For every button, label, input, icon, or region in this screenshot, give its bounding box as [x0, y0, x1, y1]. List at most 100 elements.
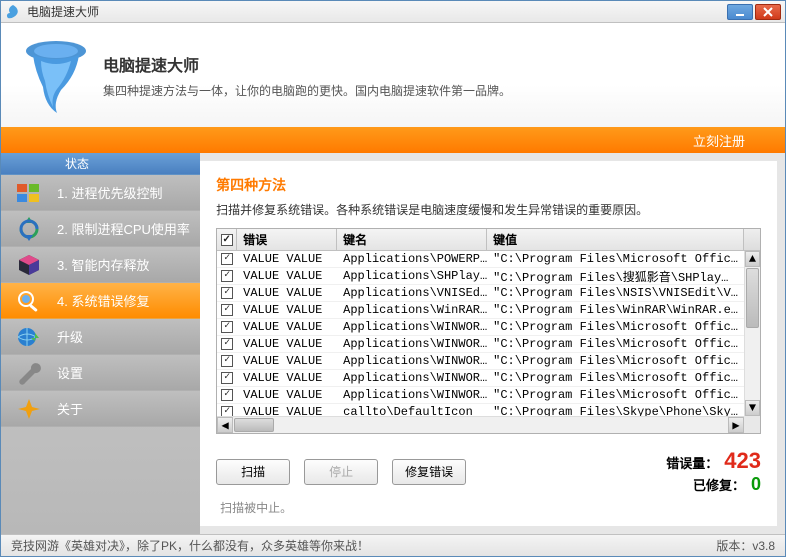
row-checkbox[interactable] — [217, 287, 237, 299]
window-title: 电脑提速大师 — [27, 3, 725, 20]
sidebar-item-label: 2. 限制进程CPU使用率 — [57, 219, 190, 238]
app-subtitle: 集四种提速方法与一体，让你的电脑跑的更快。国内电脑提速软件第一品牌。 — [103, 82, 511, 99]
scroll-thumb[interactable] — [746, 268, 759, 328]
error-count-label: 错误量： — [666, 456, 718, 471]
checkbox-icon — [221, 389, 233, 401]
scroll-corner — [744, 416, 760, 433]
cell-keyname: Applications\WINWOR… — [337, 320, 487, 334]
cell-keyname: Applications\VNISEd… — [337, 286, 487, 300]
table-row[interactable]: VALUE VALUEApplications\WINWOR…"C:\Progr… — [217, 336, 760, 353]
close-button[interactable] — [755, 4, 781, 20]
cell-keyvalue: "C:\Program Files\NSIS\VNISEdit\V… — [487, 286, 744, 300]
header-text: 电脑提速大师 集四种提速方法与一体，让你的电脑跑的更快。国内电脑提速软件第一品牌… — [103, 52, 511, 99]
scroll-right-icon[interactable]: ▶ — [728, 417, 744, 433]
table-row[interactable]: VALUE VALUEApplications\SHPlay…"C:\Progr… — [217, 268, 760, 285]
col-error[interactable]: 错误 — [237, 229, 337, 250]
table-row[interactable]: VALUE VALUEApplications\WINWOR…"C:\Progr… — [217, 353, 760, 370]
col-keyname[interactable]: 键名 — [337, 229, 487, 250]
tornado-icon — [21, 35, 91, 115]
row-checkbox[interactable] — [217, 270, 237, 282]
table-row[interactable]: VALUE VALUEApplications\WinRAR…"C:\Progr… — [217, 302, 760, 319]
sidebar-item-cpu-limit[interactable]: 2. 限制进程CPU使用率 — [1, 211, 200, 247]
cell-keyname: Applications\POWERP… — [337, 252, 487, 266]
footer-promo[interactable]: 竞技网游《英雄对决》，除了PK，什么都没有，众多英雄等你来战！ — [11, 537, 369, 554]
sidebar-status-label: 状态 — [65, 155, 89, 172]
table-row[interactable]: VALUE VALUEApplications\WINWOR…"C:\Progr… — [217, 370, 760, 387]
promo-strip: 立刻注册 — [1, 127, 785, 153]
row-checkbox[interactable] — [217, 355, 237, 367]
cell-keyname: Applications\WinRAR… — [337, 303, 487, 317]
minimize-button[interactable] — [727, 4, 753, 20]
hscroll-track[interactable] — [233, 417, 728, 433]
cell-error: VALUE VALUE — [237, 269, 337, 283]
stop-button[interactable]: 停止 — [304, 459, 378, 485]
header-scroll-spacer — [744, 229, 760, 250]
section-title: 第四种方法 — [216, 175, 761, 195]
cell-error: VALUE VALUE — [237, 252, 337, 266]
header-checkbox-icon — [221, 234, 233, 246]
table-row[interactable]: VALUE VALUEApplications\POWERP…"C:\Progr… — [217, 251, 760, 268]
header-checkbox-col[interactable] — [217, 229, 237, 250]
wrench-icon — [11, 359, 47, 387]
cell-error: VALUE VALUE — [237, 388, 337, 402]
sidebar-item-label: 4. 系统错误修复 — [57, 291, 149, 310]
table-row[interactable]: VALUE VALUEApplications\VNISEd…"C:\Progr… — [217, 285, 760, 302]
horizontal-scrollbar[interactable]: ◀ ▶ — [217, 416, 744, 433]
section-desc: 扫描并修复系统错误。各种系统错误是电脑速度缓慢和发生异常错误的重要原因。 — [216, 201, 761, 218]
action-bar: 扫描 停止 修复错误 错误量：423 已修复：0 — [216, 448, 761, 495]
table-row[interactable]: VALUE VALUEApplications\WINWOR…"C:\Progr… — [217, 319, 760, 336]
app-logo-icon — [5, 4, 21, 20]
checkbox-icon — [221, 287, 233, 299]
app-window: 电脑提速大师 电脑提速大师 集四种提速方法与一体，让你的电脑跑的更快。国内电脑提… — [0, 0, 786, 557]
row-checkbox[interactable] — [217, 372, 237, 384]
sidebar-item-about[interactable]: 关于 — [1, 391, 200, 427]
scroll-up-icon[interactable]: ▲ — [745, 251, 760, 267]
row-checkbox[interactable] — [217, 389, 237, 401]
scroll-down-icon[interactable]: ▼ — [745, 400, 760, 416]
checkbox-icon — [221, 304, 233, 316]
cell-keyvalue: "C:\Program Files\搜狐影音\SHPlay… — [487, 268, 744, 285]
cell-keyvalue: "C:\Program Files\Microsoft Offic… — [487, 388, 744, 402]
error-table: 错误 键名 键值 VALUE VALUEApplications\POWERP…… — [216, 228, 761, 434]
fix-button[interactable]: 修复错误 — [392, 459, 466, 485]
hscroll-thumb[interactable] — [234, 418, 274, 432]
sidebar-status[interactable]: 状态 — [1, 153, 200, 175]
col-keyvalue[interactable]: 键值 — [487, 229, 744, 250]
sidebar-item-settings[interactable]: 设置 — [1, 355, 200, 391]
cell-keyvalue: "C:\Program Files\Microsoft Offic… — [487, 320, 744, 334]
body: 状态 1. 进程优先级控制 2. 限制进程CPU使用率 3. 智能内存释放 — [1, 153, 785, 534]
row-checkbox[interactable] — [217, 338, 237, 350]
checkbox-icon — [221, 270, 233, 282]
scan-status-message: 扫描被中止。 — [220, 499, 761, 516]
stats: 错误量：423 已修复：0 — [666, 448, 761, 495]
sidebar-item-priority[interactable]: 1. 进程优先级控制 — [1, 175, 200, 211]
main-panel: 第四种方法 扫描并修复系统错误。各种系统错误是电脑速度缓慢和发生异常错误的重要原… — [200, 161, 777, 526]
cell-keyname: Applications\SHPlay… — [337, 269, 487, 283]
sidebar-item-upgrade[interactable]: 升级 — [1, 319, 200, 355]
globe-download-icon — [11, 323, 47, 351]
register-link[interactable]: 立刻注册 — [693, 131, 745, 150]
windows-icon — [11, 179, 47, 207]
row-checkbox[interactable] — [217, 304, 237, 316]
version-label: 版本：v3.8 — [716, 537, 775, 554]
sidebar-item-label: 设置 — [57, 363, 83, 382]
cell-keyname: Applications\WINWOR… — [337, 337, 487, 351]
sidebar-item-label: 升级 — [57, 327, 83, 346]
table-row[interactable]: VALUE VALUEApplications\WINWOR…"C:\Progr… — [217, 387, 760, 404]
sidebar-item-error-fix[interactable]: 4. 系统错误修复 — [1, 283, 200, 319]
vertical-scrollbar[interactable]: ▲ ▼ — [744, 251, 760, 416]
titlebar[interactable]: 电脑提速大师 — [1, 1, 785, 23]
cube-icon — [11, 251, 47, 279]
scroll-left-icon[interactable]: ◀ — [217, 417, 233, 433]
cell-keyvalue: "C:\Program Files\Microsoft Offic… — [487, 371, 744, 385]
row-checkbox[interactable] — [217, 321, 237, 333]
sidebar-item-memory[interactable]: 3. 智能内存释放 — [1, 247, 200, 283]
fixed-count-value: 0 — [751, 474, 761, 494]
refresh-icon — [11, 215, 47, 243]
cell-error: VALUE VALUE — [237, 337, 337, 351]
cell-error: VALUE VALUE — [237, 286, 337, 300]
cell-keyname: Applications\WINWOR… — [337, 371, 487, 385]
scan-button[interactable]: 扫描 — [216, 459, 290, 485]
checkbox-icon — [221, 338, 233, 350]
row-checkbox[interactable] — [217, 253, 237, 265]
